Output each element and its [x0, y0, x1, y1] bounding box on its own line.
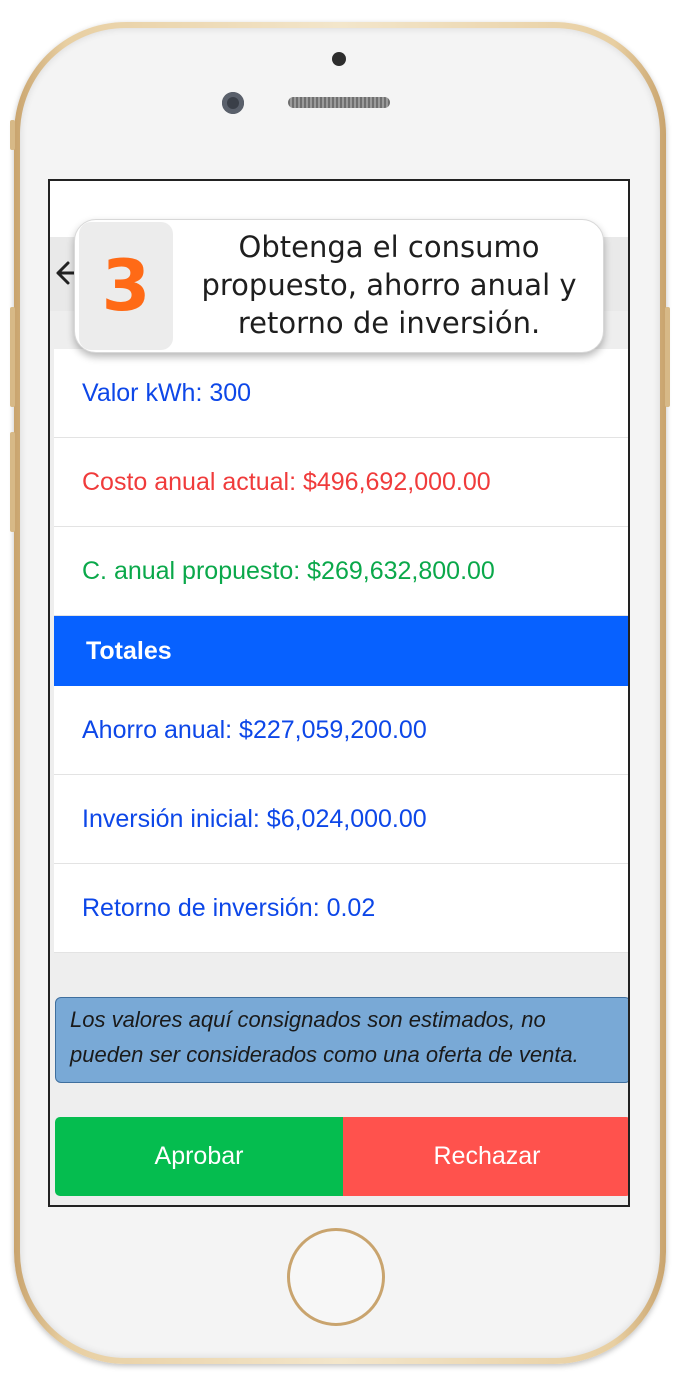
action-buttons: Aprobar Rechazar [55, 1117, 628, 1196]
mute-switch [10, 120, 15, 150]
instruction-text: Obtenga el consumo propuesto, ahorro anu… [201, 230, 577, 340]
power-button [665, 307, 670, 407]
earpiece-speaker [288, 97, 390, 108]
front-camera [222, 92, 244, 114]
instruction-callout: 3 Obtenga el consumo propuesto, ahorro a… [74, 219, 604, 353]
initial-investment-row: Inversión inicial: $6,024,000.00 [54, 775, 628, 864]
current-annual-cost-row: Costo anual actual: $496,692,000.00 [54, 438, 628, 527]
proximity-sensor [332, 52, 346, 66]
totals-list: Ahorro anual: $227,059,200.00 Inversión … [54, 686, 628, 953]
approve-button[interactable]: Aprobar [55, 1117, 343, 1196]
volume-up-button [10, 307, 15, 407]
step-number: 3 [101, 245, 151, 327]
proposed-annual-cost-row: C. anual propuesto: $269,632,800.00 [54, 527, 628, 616]
disclaimer-note: Los valores aquí consignados son estimad… [55, 997, 628, 1083]
reject-button[interactable]: Rechazar [343, 1117, 628, 1196]
volume-down-button [10, 432, 15, 532]
consumption-list: Valor kWh: 300 Costo anual actual: $496,… [54, 349, 628, 616]
annual-savings-row: Ahorro anual: $227,059,200.00 [54, 686, 628, 775]
investment-return-row: Retorno de inversión: 0.02 [54, 864, 628, 953]
totals-header: Totales [54, 616, 628, 686]
home-button[interactable] [287, 1228, 385, 1326]
step-badge: 3 [79, 222, 173, 350]
kwh-value-row: Valor kWh: 300 [54, 349, 628, 438]
